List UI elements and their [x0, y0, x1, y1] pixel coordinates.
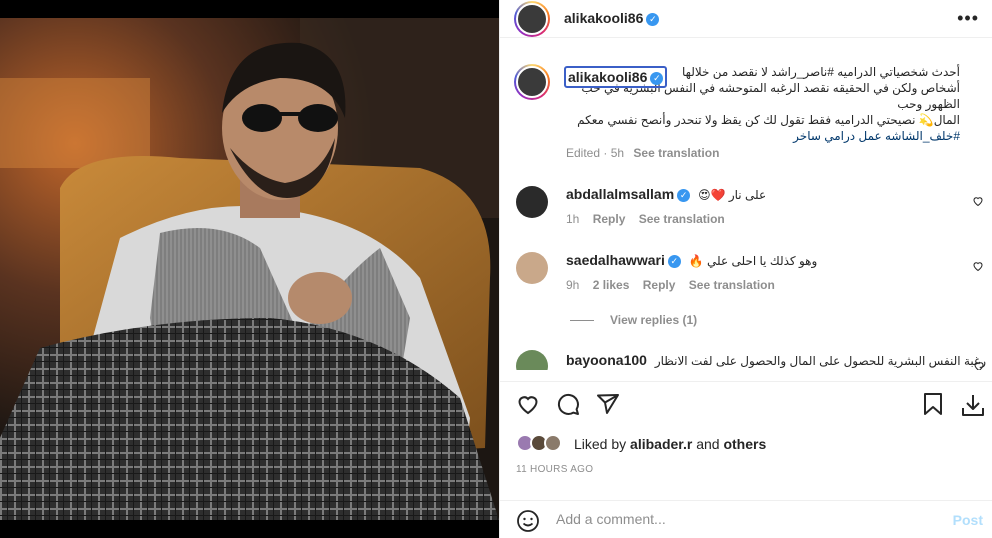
caption-meta: Edited · 5h See translation [566, 146, 719, 160]
caption-username[interactable]: alikakooli86 ✓ [564, 66, 668, 88]
verified-badge-icon: ✓ [650, 71, 664, 85]
more-options-icon[interactable]: ••• [957, 8, 979, 29]
post-details-panel: alikakooli86 ✓ ••• أحدث شخصياتي الدراميه … [499, 0, 992, 538]
comment-like-heart-icon[interactable] [973, 360, 985, 370]
verified-badge-icon: ✓ [646, 12, 660, 26]
post-photo[interactable] [0, 18, 499, 520]
photo-letterbox-top [0, 0, 499, 18]
reply-button[interactable]: Reply [643, 278, 676, 292]
heart-icon[interactable] [516, 392, 540, 416]
comment-icon[interactable] [556, 392, 580, 416]
liked-by-user[interactable]: alibader.r [630, 436, 692, 452]
comment-row: bayoona100 رغبة النفس البشرية للحصول على… [566, 352, 986, 368]
comment-text: وهو كذلك يا احلى علي 🔥 [688, 254, 818, 268]
comment-meta: 1h Reply See translation [566, 212, 725, 226]
caption-line-3: المال💫 نصيحتي الدراميه فقط تقول لك كن يق… [577, 113, 960, 127]
comment-username[interactable]: saedalhawwari [566, 252, 665, 268]
view-replies-button[interactable]: View replies (1) [610, 313, 697, 327]
verified-badge-icon: ✓ [667, 254, 681, 268]
caption-author-avatar[interactable] [514, 64, 550, 100]
post-comment-button[interactable]: Post [953, 512, 983, 528]
verified-badge-icon: ✓ [677, 188, 691, 202]
author-avatar[interactable] [514, 1, 550, 37]
post-header: alikakooli86 ✓ ••• [500, 0, 992, 38]
instagram-post-view: alikakooli86 ✓ ••• أحدث شخصياتي الدراميه … [0, 0, 992, 538]
comment-like-heart-icon[interactable] [972, 260, 984, 272]
liker-avatar[interactable] [544, 434, 562, 452]
comment-avatar[interactable] [516, 350, 548, 370]
author-username[interactable]: alikakooli86 ✓ [564, 10, 660, 26]
comment-text: رغبة النفس البشرية للحصول على المال والح… [654, 354, 987, 368]
comment-input[interactable] [556, 511, 916, 527]
comment-username[interactable]: bayoona100 [566, 352, 647, 368]
view-replies-line [570, 320, 594, 321]
comment-row: abdallalmsallam ✓ على نار ❤️😍 [566, 186, 946, 202]
caption-line-4[interactable]: #خلف_الشاشه عمل درامي ساخر [564, 128, 960, 144]
comment-likes-count[interactable]: 2 likes [593, 278, 630, 292]
comment-row: saedalhawwari ✓ وهو كذلك يا احلى علي 🔥 [566, 252, 946, 268]
liked-by-text: Liked by alibader.r and others [574, 436, 766, 452]
download-icon[interactable] [960, 392, 986, 418]
see-translation-button[interactable]: See translation [689, 278, 775, 292]
comment-avatar[interactable] [516, 186, 548, 218]
comment-time: 1h [566, 212, 580, 226]
comment-username[interactable]: abdallalmsallam [566, 186, 674, 202]
add-comment-bar: Post [500, 500, 992, 538]
comment-like-heart-icon[interactable] [972, 195, 984, 207]
comment-time: 9h [566, 278, 580, 292]
post-photo-illustration [0, 18, 499, 520]
comment-row-partial: bayoona100 رغبة النفس البشرية للحصول على… [500, 348, 992, 370]
liked-by-prefix: Liked by [574, 436, 627, 452]
photo-letterbox-bottom [0, 520, 499, 538]
emoji-icon[interactable] [516, 509, 540, 533]
comment-meta: 9h 2 likes Reply See translation [566, 278, 775, 292]
bookmark-icon[interactable] [922, 392, 944, 416]
comment-text: على نار ❤️😍 [698, 188, 767, 202]
reply-button[interactable]: Reply [593, 212, 626, 226]
post-timestamp[interactable]: 11 HOURS AGO [516, 464, 593, 475]
caption-see-translation[interactable]: See translation [633, 146, 719, 160]
post-actions-section: Liked by alibader.r and others 11 HOURS … [500, 381, 992, 538]
comment-avatar[interactable] [516, 252, 548, 284]
see-translation-button[interactable]: See translation [639, 212, 725, 226]
share-icon[interactable] [596, 392, 620, 416]
caption-edited-time: Edited · 5h [566, 146, 625, 160]
liked-by-others[interactable]: others [723, 436, 766, 452]
liked-by-and: and [696, 436, 720, 452]
